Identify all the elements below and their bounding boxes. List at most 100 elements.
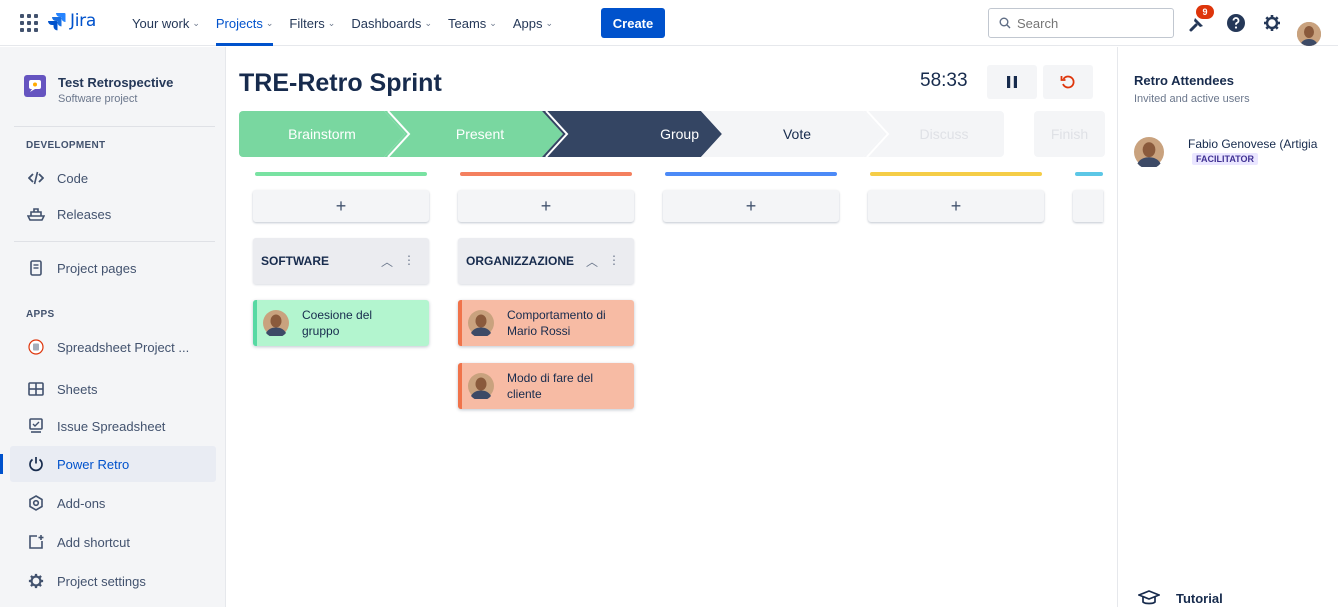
- group-header[interactable]: ORGANIZZAZIONE ︿ ⋮: [458, 238, 634, 284]
- nav-filters[interactable]: Filters ⌄: [281, 0, 343, 46]
- nav-projects[interactable]: Projects ⌄: [208, 0, 282, 46]
- sidebar-item-label: Spreadsheet Project ...: [57, 339, 190, 355]
- jira-logo-icon: [48, 13, 66, 31]
- phase-finish[interactable]: Finish: [1034, 111, 1105, 157]
- create-button[interactable]: Create: [601, 8, 665, 38]
- sidebar-item-code[interactable]: Code: [10, 160, 216, 196]
- reset-icon: [1060, 75, 1075, 89]
- tutorial-link[interactable]: Tutorial: [1138, 590, 1223, 606]
- section-title-apps: APPS: [26, 309, 55, 320]
- column-color-bar: [255, 172, 427, 176]
- sidebar-item-power-retro[interactable]: Power Retro: [0, 446, 216, 482]
- help-button[interactable]: [1224, 11, 1248, 35]
- attendee-role-badge: FACILITATOR: [1192, 153, 1258, 165]
- project-sidebar: Test Retrospective Software project DEVE…: [0, 47, 226, 607]
- nav-label: Dashboards: [351, 15, 422, 31]
- monitor-icon: [26, 418, 46, 434]
- board-column: + SOFTWARE ︿ ⋮ Coesione del gruppo: [253, 172, 429, 346]
- nav-teams[interactable]: Teams ⌄: [440, 0, 505, 46]
- sidebar-item-label: Code: [57, 170, 89, 186]
- panel-title: Retro Attendees: [1134, 73, 1234, 88]
- sidebar-item-label: Sheets: [57, 381, 98, 397]
- jira-logo[interactable]: Jira: [46, 11, 96, 31]
- sidebar-item-issue-spreadsheet[interactable]: Issue Spreadsheet: [10, 408, 216, 444]
- retro-card[interactable]: Coesione del gruppo: [253, 300, 429, 346]
- card-stripe: [253, 300, 257, 346]
- attendees-panel: Retro Attendees Invited and active users…: [1117, 47, 1338, 607]
- help-icon: [1227, 14, 1245, 32]
- project-type: Software project: [58, 93, 138, 105]
- divider: [14, 126, 215, 127]
- sidebar-item-add-shortcut[interactable]: Add shortcut: [10, 524, 216, 560]
- add-shortcut-icon: [26, 534, 46, 550]
- notification-badge: 9: [1196, 5, 1214, 19]
- ship-icon: [26, 207, 46, 221]
- add-card-button[interactable]: +: [253, 190, 429, 222]
- project-header[interactable]: Test Retrospective Software project: [24, 75, 173, 105]
- phase-stepper: Brainstorm Present Group Vote Discuss Fi…: [239, 111, 1105, 157]
- nav-dashboards[interactable]: Dashboards ⌄: [343, 0, 440, 46]
- user-avatar-icon: [1134, 137, 1164, 167]
- group-header[interactable]: SOFTWARE ︿ ⋮: [253, 238, 429, 284]
- column-color-bar: [665, 172, 837, 176]
- add-card-button[interactable]: +: [458, 190, 634, 222]
- nav-apps[interactable]: Apps ⌄: [505, 0, 561, 46]
- sidebar-item-label: Power Retro: [57, 456, 130, 472]
- phase-brainstorm[interactable]: Brainstorm: [239, 111, 405, 157]
- chevron-down-icon: ⌄: [424, 17, 432, 28]
- sidebar-item-label: Issue Spreadsheet: [57, 418, 166, 434]
- card-stripe: [458, 300, 462, 346]
- more-options-icon[interactable]: ⋮: [403, 253, 415, 270]
- nav-label: Your work: [132, 15, 190, 31]
- sidebar-item-project-settings[interactable]: Project settings: [10, 563, 216, 599]
- chevron-down-icon: ⌄: [192, 17, 200, 28]
- search-box[interactable]: [988, 8, 1174, 38]
- attendee-row[interactable]: Fabio Genovese (Artigia FACILITATOR: [1134, 135, 1338, 175]
- sidebar-item-project-pages[interactable]: Project pages: [10, 250, 216, 286]
- search-icon: [999, 17, 1011, 29]
- phase-discuss[interactable]: Discuss: [884, 111, 1004, 157]
- reset-button[interactable]: [1043, 65, 1093, 99]
- sidebar-item-sheets[interactable]: Sheets: [10, 371, 216, 407]
- card-stripe: [458, 363, 462, 409]
- code-icon: [26, 171, 46, 185]
- sidebar-item-add-ons[interactable]: Add-ons: [10, 485, 216, 521]
- nav-your-work[interactable]: Your work ⌄: [124, 0, 208, 46]
- sidebar-item-label: Add-ons: [57, 495, 106, 511]
- collapse-icon[interactable]: ︿: [381, 253, 393, 270]
- phase-group[interactable]: Group: [567, 111, 717, 157]
- profile-avatar[interactable]: [1297, 21, 1321, 46]
- user-avatar-icon: [468, 310, 494, 336]
- nav-label: Apps: [512, 15, 543, 31]
- spreadsheet-app-icon: [26, 339, 46, 355]
- top-navigation-bar: Jira Your work ⌄ Projects ⌄ Filters ⌄ Dashb…: [0, 0, 1338, 46]
- more-options-icon[interactable]: ⋮: [608, 253, 620, 270]
- board-column: + ORGANIZZAZIONE ︿ ⋮ Comportamento di Ma…: [458, 172, 634, 409]
- grid-icon: [26, 382, 46, 396]
- user-avatar-icon: [468, 373, 494, 399]
- section-title-development: DEVELOPMENT: [26, 140, 106, 151]
- app-switcher-icon[interactable]: [20, 14, 38, 32]
- app-name: Jira: [70, 11, 96, 31]
- add-card-button[interactable]: [1073, 190, 1103, 222]
- sidebar-item-releases[interactable]: Releases: [10, 196, 216, 232]
- page-title: TRE-Retro Sprint: [239, 69, 442, 97]
- add-card-button[interactable]: +: [868, 190, 1044, 222]
- divider: [14, 241, 215, 242]
- phase-vote[interactable]: Vote: [722, 111, 872, 157]
- settings-button[interactable]: [1260, 11, 1284, 35]
- panel-subtitle: Invited and active users: [1134, 93, 1250, 105]
- power-icon: [26, 456, 46, 472]
- pause-button[interactable]: [987, 65, 1037, 99]
- retro-card[interactable]: Modo di fare del cliente: [458, 363, 634, 409]
- retro-card[interactable]: Comportamento di Mario Rossi: [458, 300, 634, 346]
- column-color-bar: [1075, 172, 1103, 176]
- add-card-button[interactable]: +: [663, 190, 839, 222]
- collapse-icon[interactable]: ︿: [586, 253, 598, 270]
- search-input[interactable]: [1017, 15, 1157, 31]
- project-avatar-icon: [24, 75, 46, 97]
- sidebar-item-spreadsheet-project[interactable]: Spreadsheet Project ...: [10, 329, 216, 365]
- graduation-cap-icon: [1138, 590, 1160, 605]
- group-name: ORGANIZZAZIONE: [466, 254, 574, 268]
- phase-present[interactable]: Present: [405, 111, 555, 157]
